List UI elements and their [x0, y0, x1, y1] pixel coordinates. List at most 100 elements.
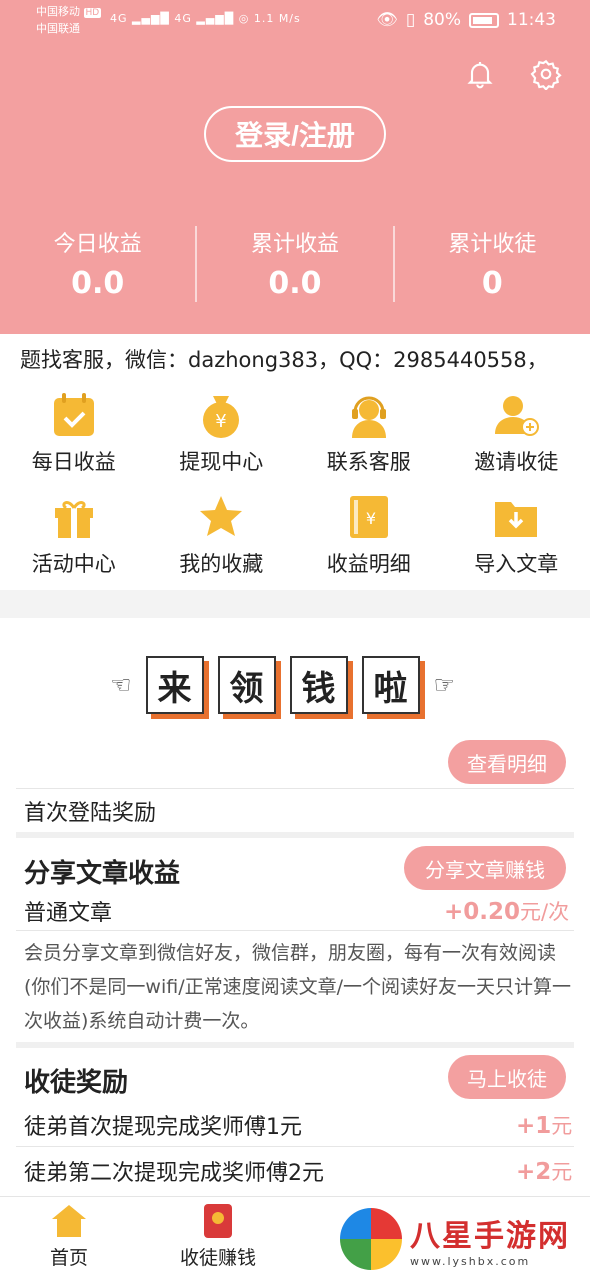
stat-total-apprentices: 累计收徒 0: [395, 226, 590, 302]
svg-text:¥: ¥: [366, 509, 376, 528]
wifi-icon: ◎: [238, 12, 250, 25]
divider: [16, 930, 574, 931]
carrier-1: 中国移动: [36, 5, 80, 18]
clock: 11:43: [507, 10, 556, 30]
recruit-now-button[interactable]: 马上收徒: [448, 1055, 566, 1099]
watermark-title: 八星手游网: [410, 1218, 570, 1254]
price-unit: 元: [551, 1160, 573, 1184]
header: 中国移动 HD 中国联通 4G ▂▄▆█ 4G ▂▄▆█ ◎ 1.1 M/s 👁…: [0, 0, 590, 334]
menu-label: 联系客服: [326, 450, 411, 474]
apprentice-rule-1: 徒弟首次提现完成奖师傅1元: [24, 1115, 302, 1140]
import-folder-icon: [495, 502, 538, 537]
divider: [16, 788, 574, 789]
menu-label: 我的收藏: [179, 552, 264, 576]
vibrate-icon: ▯: [405, 10, 416, 30]
red-envelope-icon: [204, 1204, 232, 1238]
eye-icon: 👁: [376, 10, 398, 30]
rule-2-amount: +2元: [516, 1156, 572, 1186]
menu-item-withdraw[interactable]: ¥ 提现中心: [148, 390, 296, 482]
view-details-button[interactable]: 查看明细: [448, 740, 566, 784]
gear-icon[interactable]: [530, 58, 562, 90]
menu-item-favorites[interactable]: 我的收藏: [148, 492, 296, 584]
stat-value: 0: [481, 266, 503, 301]
status-right: 👁 ▯ 80% 11:43: [376, 10, 556, 30]
login-register-button[interactable]: 登录/注册: [204, 106, 386, 162]
menu-label: 活动中心: [31, 552, 116, 576]
normal-article-price: +0.20元/次: [444, 896, 569, 926]
menu-label: 收益明细: [326, 552, 411, 576]
stat-label: 今日收益: [53, 232, 142, 257]
price-amount: +1: [516, 1113, 552, 1139]
pointing-hand-icon: ☞: [433, 671, 456, 699]
battery-icon: [469, 12, 499, 28]
menu-label: 导入文章: [474, 552, 559, 576]
tab-label: 收徒赚钱: [180, 1247, 257, 1269]
menu-item-import-article[interactable]: 导入文章: [443, 492, 590, 584]
watermark-text: 八星手游网 www.lyshbx.com: [410, 1211, 570, 1268]
ticket-icon: ¥: [349, 496, 388, 538]
menu-item-daily-earnings[interactable]: 每日收益: [0, 390, 148, 482]
section-divider: [16, 832, 574, 838]
apprentice-rule-2: 徒弟第二次提现完成奖师傅2元: [24, 1161, 324, 1186]
signal-icon: 4G ▂▄▆█: [110, 12, 170, 25]
tab-earn[interactable]: 收徒赚钱: [180, 1203, 256, 1270]
share-description: 会员分享文章到微信好友，微信群，朋友圈，每有一次有效阅读(你们不是同一wifi/…: [24, 942, 572, 1032]
price-amount: +0.20: [444, 899, 521, 925]
watermark: 八星手游网 www.lyshbx.com: [340, 1204, 580, 1274]
tab-label: 首页: [50, 1247, 89, 1269]
menu-item-customer-service[interactable]: 联系客服: [295, 390, 443, 482]
home-icon: [52, 1205, 86, 1237]
menu-label: 邀请收徒: [474, 450, 559, 474]
get-money-banner: ☜ 来 领 钱 啦 ☞: [110, 654, 480, 716]
stat-label: 累计收益: [250, 232, 339, 257]
add-user-icon: [495, 396, 540, 436]
menu-item-earnings-details[interactable]: ¥ 收益明细: [295, 492, 443, 584]
price-unit: 元/次: [520, 900, 570, 924]
banner-char: 来: [145, 656, 204, 714]
calendar-check-icon: [53, 393, 94, 436]
menu-item-invite[interactable]: 邀请收徒: [443, 390, 590, 482]
menu-label: 每日收益: [31, 450, 116, 474]
banner-char: 钱: [289, 656, 348, 714]
money-bag-icon: ¥: [203, 396, 240, 438]
stat-total-earnings: 累计收益 0.0: [197, 226, 395, 302]
section-divider: [16, 1042, 574, 1048]
net-speed: 1.1 M/s: [253, 12, 301, 25]
carrier-info: 中国移动 HD 中国联通: [36, 4, 102, 37]
headset-icon: [351, 396, 386, 438]
pointing-hand-icon: ☜: [110, 671, 132, 699]
svg-text:¥: ¥: [216, 411, 227, 432]
bell-icon[interactable]: [464, 58, 496, 90]
price-amount: +2: [516, 1159, 552, 1185]
divider: [16, 1146, 574, 1147]
share-article-button[interactable]: 分享文章赚钱: [404, 846, 566, 890]
menu-label: 提现中心: [179, 450, 264, 474]
menu-grid: 每日收益 ¥ 提现中心 联系客服 邀请收徒 活动中心 我的收藏 ¥ 收益明细 导…: [0, 390, 590, 584]
banner-char: 领: [217, 656, 276, 714]
header-actions: [464, 58, 562, 90]
signal-icon: 4G ▂▄▆█: [174, 12, 235, 25]
star-icon: [200, 496, 243, 536]
battery-percent: 80%: [423, 10, 461, 30]
signal-icons: 4G ▂▄▆█ 4G ▂▄▆█ ◎ 1.1 M/s: [110, 12, 301, 25]
carrier-2: 中国联通: [36, 22, 80, 35]
stat-value: 0.0: [268, 266, 322, 301]
menu-item-activity[interactable]: 活动中心: [0, 492, 148, 584]
stat-label: 累计收徒: [448, 232, 537, 257]
tab-home[interactable]: 首页: [50, 1203, 88, 1270]
share-section-title: 分享文章收益: [24, 859, 181, 889]
stat-today: 今日收益 0.0: [0, 226, 198, 302]
hd-badge: HD: [83, 8, 102, 18]
watermark-url: www.lyshbx.com: [410, 1254, 531, 1268]
apprentice-section-title: 收徒奖励: [24, 1068, 129, 1098]
notice-marquee: 题找客服，微信：dazhong383，QQ：2985440558，: [20, 348, 548, 372]
watermark-logo: [340, 1208, 402, 1270]
gift-icon: [54, 501, 93, 538]
stat-value: 0.0: [71, 266, 125, 301]
earnings-stats: 今日收益 0.0 累计收益 0.0 累计收徒 0: [0, 226, 590, 302]
first-login-reward: 首次登陆奖励: [24, 801, 157, 826]
rule-1-amount: +1元: [516, 1110, 572, 1140]
banner-char: 啦: [361, 656, 420, 714]
status-bar: 中国移动 HD 中国联通 4G ▂▄▆█ 4G ▂▄▆█ ◎ 1.1 M/s 👁…: [0, 0, 590, 44]
normal-article-label: 普通文章: [24, 901, 113, 926]
